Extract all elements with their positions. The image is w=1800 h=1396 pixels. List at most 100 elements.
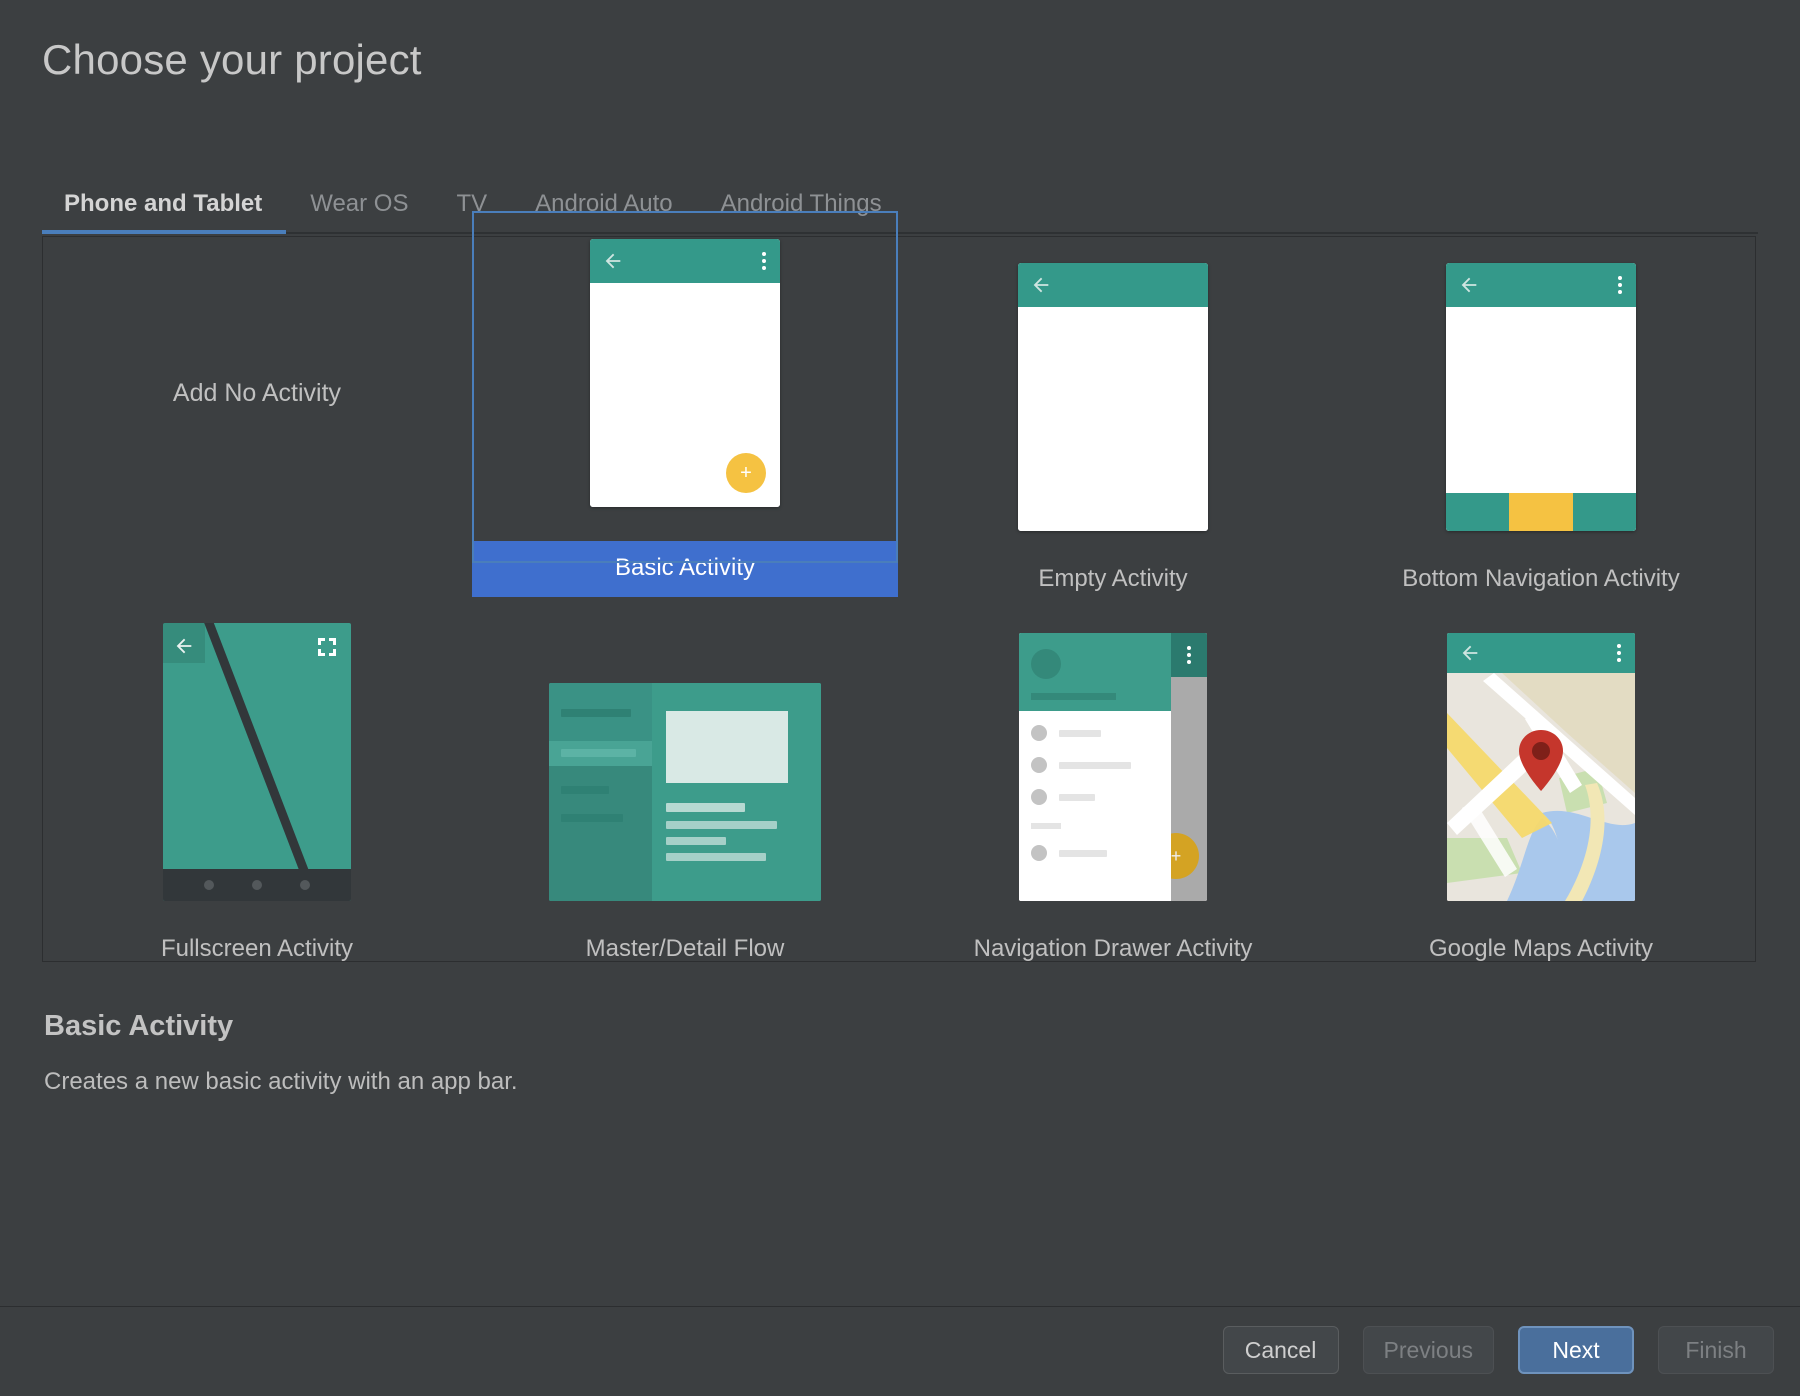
phone-mock-maps bbox=[1447, 633, 1635, 901]
drawer-item-2 bbox=[1031, 757, 1131, 773]
app-bar bbox=[590, 239, 780, 283]
system-navigation-bar bbox=[163, 869, 351, 901]
template-row-1: Add No Activity + Basic Activ bbox=[43, 211, 1755, 597]
template-card-empty-activity[interactable]: Empty Activity bbox=[899, 211, 1327, 597]
template-row-2: Fullscreen Activity bbox=[43, 605, 1755, 963]
app-bar bbox=[1447, 633, 1635, 673]
drawer-section-label bbox=[1031, 823, 1061, 829]
thumbnail-google-maps bbox=[1447, 605, 1635, 901]
thumbnail-basic-activity: + bbox=[590, 211, 780, 507]
bottom-nav-item-3 bbox=[1573, 493, 1636, 531]
bottom-navigation-bar bbox=[1446, 493, 1636, 531]
finish-button[interactable]: Finish bbox=[1658, 1326, 1774, 1374]
back-arrow-icon bbox=[1458, 274, 1480, 296]
description-text: Creates a new basic activity with an app… bbox=[44, 1068, 518, 1096]
overflow-menu-icon bbox=[762, 252, 766, 270]
template-card-master-detail-flow[interactable]: Master/Detail Flow bbox=[471, 605, 899, 963]
tablet-mock-masterdetail bbox=[549, 683, 821, 901]
drawer-item-icon bbox=[1031, 725, 1047, 741]
template-card-add-no-activity[interactable]: Add No Activity bbox=[43, 211, 471, 597]
app-bar bbox=[1446, 263, 1636, 307]
template-label-google-maps-activity: Google Maps Activity bbox=[1429, 935, 1653, 963]
overflow-menu-icon bbox=[1617, 644, 1621, 662]
list-item-text-1 bbox=[561, 709, 631, 717]
thumbnail-navigation-drawer: + bbox=[1019, 605, 1207, 901]
drawer-item-1 bbox=[1031, 725, 1101, 741]
list-item-text-3 bbox=[561, 786, 609, 794]
template-grid-panel: Add No Activity + Basic Activ bbox=[42, 236, 1756, 962]
map-graphic bbox=[1447, 673, 1635, 901]
bottom-nav-item-1 bbox=[1446, 493, 1509, 531]
back-arrow-icon bbox=[602, 250, 624, 272]
phone-mock-bottomnav bbox=[1446, 263, 1636, 531]
diagonal-accent bbox=[193, 623, 351, 901]
drawer-item-3 bbox=[1031, 789, 1095, 805]
template-label-add-no-activity: Add No Activity bbox=[173, 379, 341, 408]
detail-body-line-3 bbox=[666, 853, 766, 861]
detail-body-line-1 bbox=[666, 821, 777, 829]
phone-mock-fullscreen bbox=[163, 623, 351, 901]
drawer-item-label bbox=[1059, 730, 1101, 737]
nav-dot-2 bbox=[252, 880, 262, 890]
template-card-navigation-drawer-activity[interactable]: + bbox=[899, 605, 1327, 963]
app-bar bbox=[1018, 263, 1208, 307]
template-label-master-detail-flow: Master/Detail Flow bbox=[586, 935, 785, 963]
previous-button[interactable]: Previous bbox=[1363, 1326, 1494, 1374]
detail-pane bbox=[652, 683, 821, 901]
footer-button-bar: Cancel Previous Next Finish bbox=[1223, 1326, 1774, 1374]
drawer-menu-list bbox=[1019, 711, 1171, 901]
phone-content: + bbox=[590, 283, 780, 507]
detail-image-placeholder bbox=[666, 711, 788, 783]
drawer-header bbox=[1019, 633, 1171, 711]
overflow-menu-icon bbox=[1618, 276, 1622, 294]
description-title: Basic Activity bbox=[44, 1010, 233, 1043]
cancel-button[interactable]: Cancel bbox=[1223, 1326, 1339, 1374]
account-name-placeholder bbox=[1031, 693, 1116, 700]
phone-mock-empty bbox=[1018, 263, 1208, 531]
drawer-item-4 bbox=[1031, 845, 1107, 861]
thumbnail-empty-activity bbox=[1018, 211, 1208, 531]
bottom-nav-item-2-active bbox=[1509, 493, 1572, 531]
next-button[interactable]: Next bbox=[1518, 1326, 1634, 1374]
template-label-bottom-navigation-activity: Bottom Navigation Activity bbox=[1402, 565, 1679, 593]
template-label-basic-activity: Basic Activity bbox=[472, 541, 898, 597]
drawer-item-label bbox=[1059, 850, 1107, 857]
floating-action-button-plus-icon: + bbox=[726, 453, 766, 493]
thumbnail-bottom-navigation bbox=[1446, 211, 1636, 531]
overflow-menu-icon bbox=[1187, 646, 1191, 664]
detail-heading-line bbox=[666, 803, 745, 812]
phone-mock-basic: + bbox=[590, 239, 780, 507]
template-label-fullscreen-activity: Fullscreen Activity bbox=[161, 935, 353, 963]
template-card-basic-activity[interactable]: + Basic Activity bbox=[471, 211, 899, 597]
back-arrow-icon bbox=[173, 635, 195, 657]
drawer-item-icon bbox=[1031, 789, 1047, 805]
app-bar-behind-drawer bbox=[1171, 633, 1207, 677]
back-arrow-icon bbox=[1459, 642, 1481, 664]
drawer-item-label bbox=[1059, 762, 1131, 769]
drawer-item-icon bbox=[1031, 757, 1047, 773]
footer-separator bbox=[0, 1306, 1800, 1307]
thumbnail-master-detail-flow bbox=[549, 605, 821, 901]
thumbnail-fullscreen-activity bbox=[163, 605, 351, 901]
back-arrow-icon bbox=[1030, 274, 1052, 296]
master-list-pane bbox=[549, 683, 652, 901]
page-title: Choose your project bbox=[42, 36, 422, 84]
template-card-google-maps-activity[interactable]: Google Maps Activity bbox=[1327, 605, 1755, 963]
template-card-fullscreen-activity[interactable]: Fullscreen Activity bbox=[43, 605, 471, 963]
avatar bbox=[1031, 649, 1061, 679]
template-label-empty-activity: Empty Activity bbox=[1038, 565, 1187, 593]
drawer-item-label bbox=[1059, 794, 1095, 801]
map-canvas bbox=[1447, 673, 1635, 901]
detail-body-line-2 bbox=[666, 837, 726, 845]
template-card-bottom-navigation-activity[interactable]: Bottom Navigation Activity bbox=[1327, 211, 1755, 597]
fullscreen-expand-icon bbox=[315, 635, 339, 659]
list-item-text-4 bbox=[561, 814, 623, 822]
template-label-navigation-drawer-activity: Navigation Drawer Activity bbox=[974, 935, 1253, 963]
nav-dot-1 bbox=[204, 880, 214, 890]
phone-content bbox=[1018, 307, 1208, 531]
phone-content bbox=[1446, 307, 1636, 531]
drawer-item-icon bbox=[1031, 845, 1047, 861]
nav-dot-3 bbox=[300, 880, 310, 890]
phone-mock-navdrawer: + bbox=[1019, 633, 1207, 901]
list-item-text-2 bbox=[561, 749, 636, 757]
